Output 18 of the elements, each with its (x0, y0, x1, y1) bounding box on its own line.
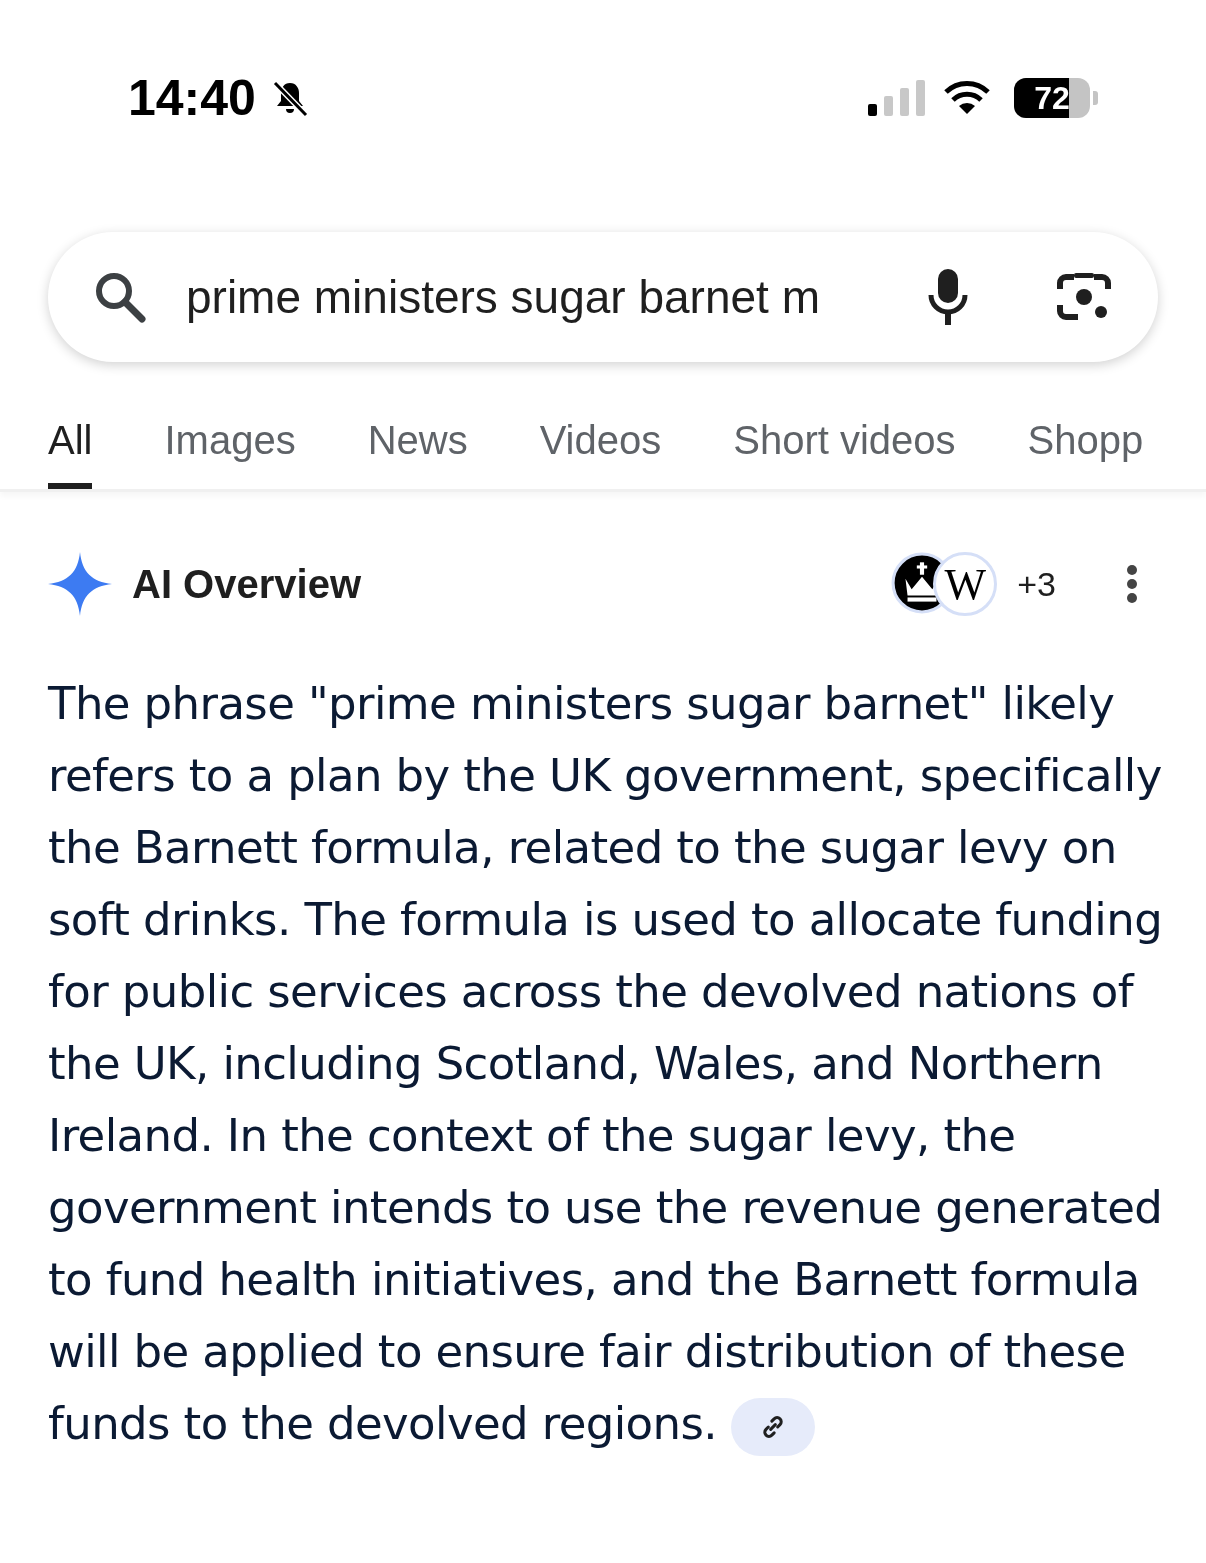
search-tab[interactable]: All (48, 410, 93, 489)
search-tab[interactable]: Shopp (1027, 410, 1144, 489)
search-tab[interactable]: Short videos (733, 410, 956, 489)
source-count[interactable]: +3 (1017, 564, 1056, 604)
sparkle-icon (48, 552, 112, 616)
overview-title: AI Overview (132, 561, 361, 607)
source-logo: W (933, 552, 998, 616)
wifi-icon (942, 80, 992, 116)
search-tab[interactable]: Videos (539, 410, 662, 489)
search-tab[interactable]: Images (164, 410, 296, 489)
search-field[interactable]: prime ministers sugar barnet m (48, 232, 1158, 362)
search-tab[interactable]: News (367, 410, 468, 489)
microphone-icon[interactable] (928, 267, 968, 327)
overview-text: The phrase "prime ministers sugar barnet" likely refers to a plan by the UK government, specifically the Barnett formula, related to the sugar levy on soft drinks. The formula is used to allocate funding for public services across the devolved nations of the UK, including Scotland, Wales, and Northern Ireland. In the context of the sugar levy, the government intends to use the revenue generated to fund health initiatives, and the Barnett formula will be applied to ensure fair distribution of these funds to the devolved regions. (48, 668, 1166, 1460)
more-options-icon[interactable] (1126, 564, 1138, 604)
status-time: 14:40 (128, 69, 256, 127)
search-query: prime ministers sugar barnet m (186, 270, 821, 324)
signal-icon (868, 80, 928, 116)
